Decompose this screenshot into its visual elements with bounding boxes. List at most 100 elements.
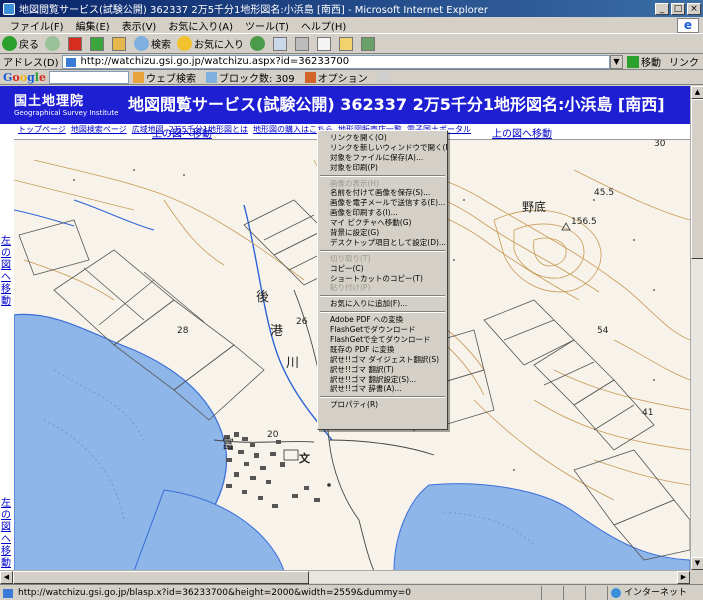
move-up-link-right[interactable]: 上の図へ移動 xyxy=(492,125,552,140)
messenger-button[interactable] xyxy=(361,36,377,51)
school-icon: 文 xyxy=(299,452,310,465)
nav-link-map-search[interactable]: 地図検索ページ xyxy=(71,124,127,136)
address-input[interactable]: http://watchizu.gsi.go.jp/watchizu.aspx?… xyxy=(61,54,610,69)
back-button[interactable]: 戻る xyxy=(2,36,39,51)
stop-button[interactable] xyxy=(68,36,84,51)
status-cell-3 xyxy=(585,585,607,600)
star-icon xyxy=(177,36,192,51)
context-menu-item[interactable]: 訳せ!!ゴマ 辞書(A)... xyxy=(318,384,447,394)
favorites-button[interactable]: お気に入り xyxy=(177,36,244,51)
scroll-up-icon[interactable]: ▲ xyxy=(691,86,703,99)
blocked-count: ブロック数: 309 xyxy=(218,73,295,85)
context-menu-item[interactable]: 画像を印刷する(I)... xyxy=(318,208,447,218)
context-menu-item[interactable]: デスクトップ項目として設定(D)... xyxy=(318,238,447,248)
home-button[interactable] xyxy=(112,36,128,51)
maximize-button[interactable]: □ xyxy=(671,2,685,15)
context-menu-item[interactable]: プロパティ(R) xyxy=(318,400,447,410)
forward-button[interactable] xyxy=(45,36,62,51)
gsi-logo[interactable]: 国土地理院 Geographical Survey Institute xyxy=(14,90,118,117)
context-menu-separator xyxy=(320,249,445,252)
vertical-scroll-thumb[interactable] xyxy=(691,99,703,259)
close-button[interactable]: × xyxy=(687,2,701,15)
folder-button[interactable] xyxy=(339,36,355,51)
context-menu-item[interactable]: マイ ピクチャへ移動(G) xyxy=(318,218,447,228)
map-label-41: 41 xyxy=(642,408,654,418)
horizontal-scrollbar[interactable]: ◀ ▶ xyxy=(0,570,690,584)
map-label-26: 26 xyxy=(296,317,308,327)
menu-file[interactable]: ファイル(F) xyxy=(4,18,70,33)
context-menu-item: 画像の表示(H) xyxy=(330,178,379,188)
context-menu-item[interactable]: 既存の PDF に変換 xyxy=(318,345,447,355)
context-menu-item[interactable]: 訳せ!!ゴマ 翻訳(T) xyxy=(318,365,447,375)
context-menu-item[interactable]: ショートカットのコピー(T) xyxy=(318,274,447,284)
highlight-button[interactable] xyxy=(377,71,391,83)
move-left-link-top[interactable]: 左の図へ移動 xyxy=(1,236,13,308)
context-menu-item[interactable]: FlashGetで全てダウンロード xyxy=(318,335,447,345)
options-button[interactable]: オプション xyxy=(304,70,368,85)
vertical-scrollbar[interactable]: ▲ ▼ xyxy=(690,86,703,570)
google-logo[interactable]: Google xyxy=(3,71,46,84)
menu-view[interactable]: 表示(V) xyxy=(116,18,163,33)
menu-favorites[interactable]: お気に入り(A) xyxy=(162,18,239,33)
context-menu: リンクを開く(O) リンクを新しいウィンドウで開く(N) 対象をファイルに保存(A)… xyxy=(317,130,448,430)
menu-help[interactable]: ヘルプ(H) xyxy=(295,18,352,33)
context-menu-item[interactable]: 背景に設定(G) xyxy=(318,228,447,238)
stop-icon xyxy=(68,36,82,51)
map-label-54: 54 xyxy=(597,326,609,336)
context-menu-item[interactable]: 対象を印刷(P) xyxy=(318,163,447,173)
address-label: アドレス(D) xyxy=(3,58,59,69)
context-menu-item[interactable]: お気に入りに追加(F)... xyxy=(318,299,447,309)
home-icon xyxy=(112,36,126,51)
search-button[interactable]: 検索 xyxy=(134,36,171,51)
favorites-label: お気に入り xyxy=(194,40,244,51)
context-menu-item[interactable]: 画像を電子メールで送信する(E)... xyxy=(318,198,447,208)
scroll-right-icon[interactable]: ▶ xyxy=(677,571,690,584)
google-search-input[interactable] xyxy=(48,70,129,84)
menu-edit[interactable]: 編集(E) xyxy=(70,18,116,33)
mail-icon xyxy=(273,36,287,51)
context-menu-item[interactable]: 名前を付けて画像を保存(S)... xyxy=(318,188,447,198)
popup-blocker-button[interactable]: ブロック数: 309 xyxy=(205,70,295,85)
web-search-button[interactable]: ウェブ検索 xyxy=(132,70,196,85)
map-label-place-2: 港 xyxy=(270,324,284,339)
search-icon xyxy=(134,36,149,51)
address-dropdown[interactable]: ▼ xyxy=(610,54,623,69)
toolbar: 戻る 検索 お気に入り xyxy=(0,34,703,54)
context-menu-item[interactable]: コピー(C) xyxy=(318,264,447,274)
mail-button[interactable] xyxy=(273,36,289,51)
context-menu-item: 貼り付け(P) xyxy=(330,283,371,293)
links-button[interactable]: リンク xyxy=(669,54,699,69)
minimize-button[interactable]: _ xyxy=(655,2,669,15)
map-label-28: 28 xyxy=(177,326,189,336)
refresh-icon xyxy=(90,36,104,51)
refresh-button[interactable] xyxy=(90,36,106,51)
ie-icon xyxy=(3,2,15,15)
edit-button[interactable] xyxy=(317,36,333,51)
context-menu-item[interactable]: 対象をファイルに保存(A)... xyxy=(318,153,447,163)
context-menu-item[interactable]: リンクを新しいウィンドウで開く(N) xyxy=(318,143,447,153)
menu-tools[interactable]: ツール(T) xyxy=(239,18,295,33)
window-titlebar: 地図閲覧サービス(試験公開) 362337 2万5千分1地形図名:小浜島 [南西… xyxy=(0,0,703,17)
context-menu-item[interactable]: 訳せ!!ゴマ 翻訳設定(S)... xyxy=(318,375,447,385)
print-button[interactable] xyxy=(295,36,311,51)
word-icon xyxy=(317,36,331,51)
go-button[interactable]: 移動 xyxy=(627,54,661,69)
horizontal-scroll-thumb[interactable] xyxy=(13,571,309,584)
context-menu-item[interactable]: リンクを開く(O) xyxy=(318,133,447,143)
scroll-left-icon[interactable]: ◀ xyxy=(0,571,13,584)
move-left-link-bottom[interactable]: 左の図へ移動 xyxy=(1,498,13,570)
move-up-link-left[interactable]: 上の図へ移動 xyxy=(152,125,212,140)
status-cell-1 xyxy=(541,585,563,600)
context-menu-item[interactable]: FlashGetでダウンロード xyxy=(318,325,447,335)
context-menu-item[interactable]: Adobe PDF への変換 xyxy=(318,315,447,325)
scroll-down-icon[interactable]: ▼ xyxy=(691,557,703,570)
windows-logo-icon: e xyxy=(677,18,699,33)
gsi-logo-jp: 国土地理院 xyxy=(14,94,85,109)
history-icon xyxy=(250,36,265,51)
history-button[interactable] xyxy=(250,36,267,51)
context-menu-item[interactable]: 訳せ!!ゴマ ダイジェスト翻訳(S) xyxy=(318,355,447,365)
nav-link-top[interactable]: トップページ xyxy=(18,124,66,136)
status-text: http://watchizu.gsi.go.jp/blasp.x?id=362… xyxy=(0,588,541,598)
go-arrow-icon xyxy=(627,55,639,68)
pencil-icon xyxy=(377,71,389,83)
